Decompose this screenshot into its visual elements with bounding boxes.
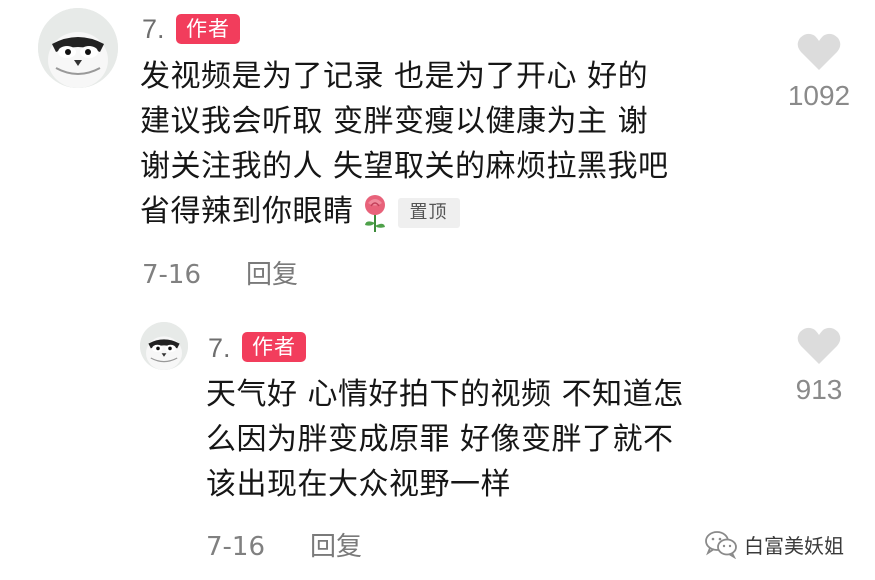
heart-icon[interactable] bbox=[796, 326, 842, 366]
reply-button[interactable]: 回复 bbox=[310, 532, 362, 562]
watermark-text: 白富美妖姐 bbox=[744, 533, 844, 558]
comment-date: 7-16 bbox=[142, 260, 202, 290]
pinned-tag: 置顶 bbox=[397, 197, 460, 228]
comment-username[interactable]: 7. bbox=[208, 333, 231, 363]
comment-line: 该出现在大众视野一样 bbox=[206, 467, 511, 502]
comment-line: 发视频是为了记录 也是为了开心 好的 bbox=[140, 59, 649, 94]
reply-button[interactable]: 回复 bbox=[246, 260, 298, 290]
comment-text: 天气好 心情好拍下的视频 不知道怎 么因为胖变成原罪 好像变胖了就不 该出现在大… bbox=[206, 372, 684, 507]
comment-line: 么因为胖变成原罪 好像变胖了就不 bbox=[206, 422, 674, 457]
watermark: 白富美妖姐 bbox=[704, 528, 844, 560]
comment-username[interactable]: 7. bbox=[142, 14, 165, 44]
heart-icon[interactable] bbox=[796, 32, 842, 72]
comment-line: 谢关注我的人 失望取关的麻烦拉黑我吧 bbox=[140, 149, 669, 184]
author-badge: 作者 bbox=[176, 14, 240, 44]
rose-emoji-icon bbox=[364, 194, 385, 232]
comment-line: 建议我会听取 变胖变瘦以健康为主 谢 bbox=[140, 104, 649, 139]
comment-text: 发视频是为了记录 也是为了开心 好的 建议我会听取 变胖变瘦以健康为主 谢 谢关… bbox=[140, 54, 669, 234]
author-badge: 作者 bbox=[242, 332, 306, 362]
comment-last-line: 省得辣到你眼睛 置顶 bbox=[140, 189, 669, 234]
like-count: 1092 bbox=[787, 80, 851, 111]
like-count: 913 bbox=[795, 374, 843, 405]
avatar[interactable] bbox=[38, 8, 118, 88]
comment-date: 7-16 bbox=[206, 532, 266, 562]
avatar[interactable] bbox=[140, 322, 188, 370]
comment-line: 天气好 心情好拍下的视频 不知道怎 bbox=[206, 377, 684, 412]
wechat-icon bbox=[705, 531, 737, 559]
comment-line: 省得辣到你眼睛 bbox=[140, 194, 354, 229]
